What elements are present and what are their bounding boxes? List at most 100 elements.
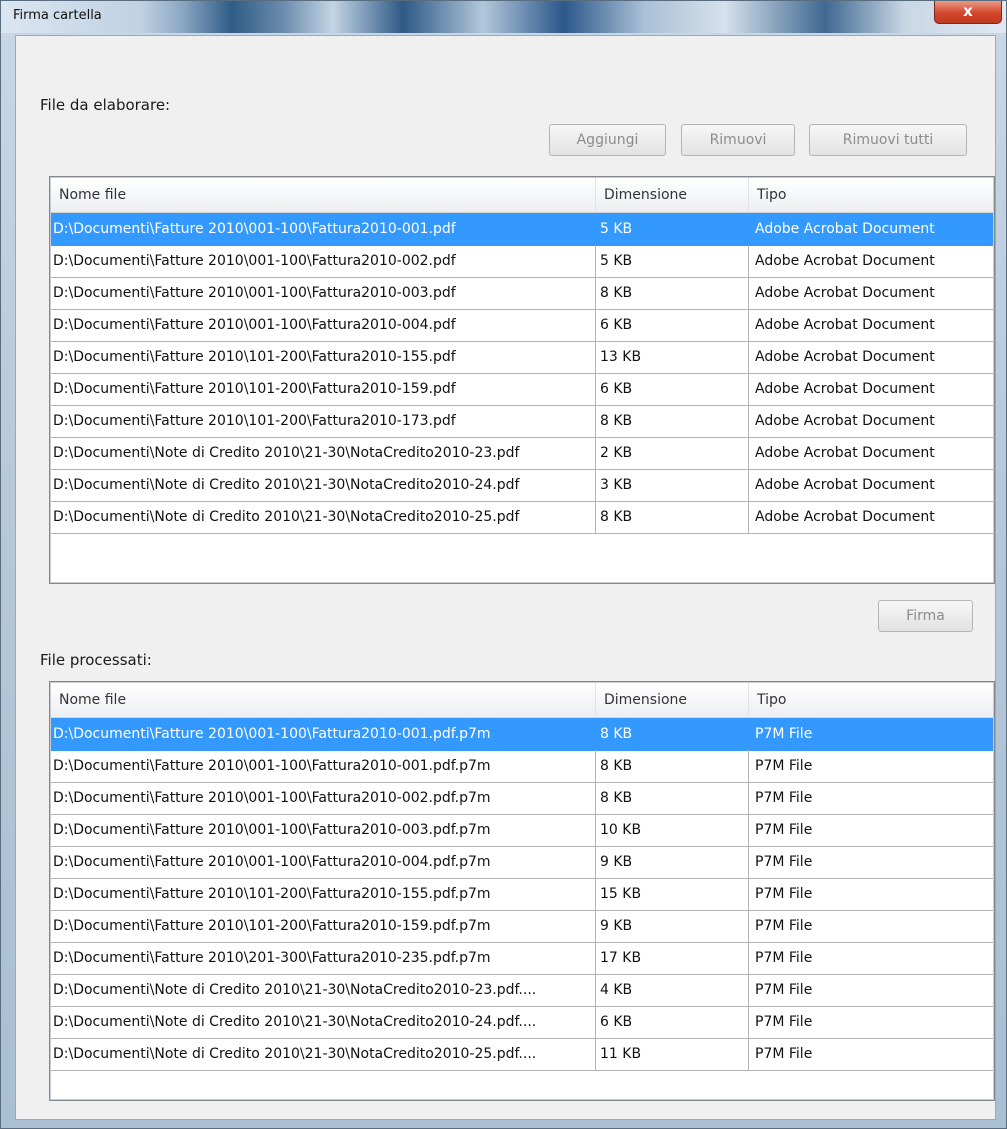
column-header-size[interactable]: Dimensione <box>596 178 749 212</box>
column-header-name[interactable]: Nome file <box>51 683 596 717</box>
file-type-cell: Adobe Acrobat Document <box>755 477 935 493</box>
file-type-cell: P7M File <box>755 854 813 870</box>
file-size-cell: 4 KB <box>596 974 749 1006</box>
file-type-cell: Adobe Acrobat Document <box>755 445 935 461</box>
file-name-cell: D:\Documenti\Fatture 2010\101-200\Fattur… <box>51 405 596 437</box>
file-name-cell: D:\Documenti\Fatture 2010\001-100\Fattur… <box>51 277 596 309</box>
file-size-cell: 8 KB <box>596 782 749 814</box>
column-header-size[interactable]: Dimensione <box>596 683 749 717</box>
processed-files-list[interactable]: Nome file Dimensione Tipo D:\Documenti\F… <box>49 681 995 1101</box>
file-type-cell: P7M File <box>755 950 813 966</box>
table-row[interactable]: D:\Documenti\Fatture 2010\001-100\Fattur… <box>51 245 993 278</box>
file-type-cell: P7M File <box>755 1046 813 1062</box>
file-name-cell: D:\Documenti\Fatture 2010\001-100\Fattur… <box>51 718 596 750</box>
file-name-cell: D:\Documenti\Note di Credito 2010\21-30\… <box>51 1038 596 1070</box>
input-list-header: Nome file Dimensione Tipo <box>51 178 993 213</box>
table-row[interactable]: D:\Documenti\Fatture 2010\101-200\Fattur… <box>51 373 993 406</box>
file-type-cell: P7M File <box>755 886 813 902</box>
file-size-cell: 5 KB <box>596 245 749 277</box>
table-row[interactable]: D:\Documenti\Note di Credito 2010\21-30\… <box>51 974 993 1007</box>
file-type-cell: P7M File <box>755 918 813 934</box>
file-type-cell: P7M File <box>755 758 813 774</box>
file-type-cell: P7M File <box>755 1014 813 1030</box>
dialog-body: File da elaborare: Aggiungi Rimuovi Rimu… <box>15 35 996 1120</box>
file-name-cell: D:\Documenti\Note di Credito 2010\21-30\… <box>51 501 596 533</box>
file-name-cell: D:\Documenti\Fatture 2010\101-200\Fattur… <box>51 878 596 910</box>
firma-cartella-window: Firma cartella x File da elaborare: Aggi… <box>0 0 1007 1129</box>
table-row[interactable]: D:\Documenti\Note di Credito 2010\21-30\… <box>51 1006 993 1039</box>
table-row[interactable]: D:\Documenti\Note di Credito 2010\21-30\… <box>51 437 993 470</box>
table-row[interactable]: D:\Documenti\Fatture 2010\001-100\Fattur… <box>51 750 993 783</box>
file-name-cell: D:\Documenti\Note di Credito 2010\21-30\… <box>51 469 596 501</box>
file-name-cell: D:\Documenti\Fatture 2010\001-100\Fattur… <box>51 245 596 277</box>
file-type-cell: P7M File <box>755 790 813 806</box>
table-row[interactable]: D:\Documenti\Fatture 2010\001-100\Fattur… <box>51 814 993 847</box>
table-row[interactable]: D:\Documenti\Fatture 2010\001-100\Fattur… <box>51 846 993 879</box>
file-size-cell: 10 KB <box>596 814 749 846</box>
file-name-cell: D:\Documenti\Fatture 2010\001-100\Fattur… <box>51 782 596 814</box>
title-bar[interactable]: Firma cartella x <box>1 1 1006 33</box>
input-section-label: File da elaborare: <box>40 96 171 114</box>
file-name-cell: D:\Documenti\Note di Credito 2010\21-30\… <box>51 974 596 1006</box>
file-name-cell: D:\Documenti\Fatture 2010\201-300\Fattur… <box>51 942 596 974</box>
file-type-cell: Adobe Acrobat Document <box>755 381 935 397</box>
close-button[interactable]: x <box>934 1 1002 24</box>
table-row[interactable]: D:\Documenti\Fatture 2010\001-100\Fattur… <box>51 213 993 246</box>
file-size-cell: 6 KB <box>596 309 749 341</box>
table-row[interactable]: D:\Documenti\Note di Credito 2010\21-30\… <box>51 501 993 534</box>
file-size-cell: 6 KB <box>596 373 749 405</box>
column-header-type[interactable]: Tipo <box>749 178 994 212</box>
table-row[interactable]: D:\Documenti\Note di Credito 2010\21-30\… <box>51 1038 993 1071</box>
input-files-list[interactable]: Nome file Dimensione Tipo D:\Documenti\F… <box>49 176 995 584</box>
table-row[interactable]: D:\Documenti\Fatture 2010\201-300\Fattur… <box>51 942 993 975</box>
remove-button[interactable]: Rimuovi <box>681 124 795 156</box>
file-name-cell: D:\Documenti\Fatture 2010\101-200\Fattur… <box>51 373 596 405</box>
table-row[interactable]: D:\Documenti\Fatture 2010\101-200\Fattur… <box>51 910 993 943</box>
file-name-cell: D:\Documenti\Fatture 2010\001-100\Fattur… <box>51 814 596 846</box>
window-title: Firma cartella <box>13 8 102 23</box>
table-row[interactable]: D:\Documenti\Fatture 2010\001-100\Fattur… <box>51 782 993 815</box>
file-type-cell: Adobe Acrobat Document <box>755 349 935 365</box>
table-row[interactable]: D:\Documenti\Fatture 2010\001-100\Fattur… <box>51 718 993 751</box>
file-name-cell: D:\Documenti\Fatture 2010\001-100\Fattur… <box>51 213 596 245</box>
file-size-cell: 17 KB <box>596 942 749 974</box>
file-type-cell: Adobe Acrobat Document <box>755 509 935 525</box>
file-size-cell: 6 KB <box>596 1006 749 1038</box>
file-size-cell: 2 KB <box>596 437 749 469</box>
file-name-cell: D:\Documenti\Fatture 2010\001-100\Fattur… <box>51 750 596 782</box>
file-type-cell: Adobe Acrobat Document <box>755 285 935 301</box>
close-icon: x <box>963 2 973 20</box>
table-row[interactable]: D:\Documenti\Fatture 2010\001-100\Fattur… <box>51 277 993 310</box>
table-row[interactable]: D:\Documenti\Fatture 2010\001-100\Fattur… <box>51 309 993 342</box>
output-section-label: File processati: <box>40 651 152 669</box>
file-size-cell: 3 KB <box>596 469 749 501</box>
file-size-cell: 5 KB <box>596 213 749 245</box>
file-name-cell: D:\Documenti\Note di Credito 2010\21-30\… <box>51 1006 596 1038</box>
file-size-cell: 13 KB <box>596 341 749 373</box>
file-size-cell: 9 KB <box>596 910 749 942</box>
table-row[interactable]: D:\Documenti\Fatture 2010\101-200\Fattur… <box>51 341 993 374</box>
file-type-cell: Adobe Acrobat Document <box>755 317 935 333</box>
file-name-cell: D:\Documenti\Fatture 2010\101-200\Fattur… <box>51 341 596 373</box>
file-name-cell: D:\Documenti\Fatture 2010\101-200\Fattur… <box>51 910 596 942</box>
file-name-cell: D:\Documenti\Note di Credito 2010\21-30\… <box>51 437 596 469</box>
file-size-cell: 8 KB <box>596 501 749 533</box>
file-size-cell: 15 KB <box>596 878 749 910</box>
file-size-cell: 11 KB <box>596 1038 749 1070</box>
file-size-cell: 9 KB <box>596 846 749 878</box>
table-row[interactable]: D:\Documenti\Note di Credito 2010\21-30\… <box>51 469 993 502</box>
file-size-cell: 8 KB <box>596 405 749 437</box>
add-button[interactable]: Aggiungi <box>549 124 666 156</box>
file-size-cell: 8 KB <box>596 750 749 782</box>
remove-all-button[interactable]: Rimuovi tutti <box>809 124 967 156</box>
file-type-cell: Adobe Acrobat Document <box>755 253 935 269</box>
output-list-header: Nome file Dimensione Tipo <box>51 683 993 718</box>
file-name-cell: D:\Documenti\Fatture 2010\001-100\Fattur… <box>51 309 596 341</box>
table-row[interactable]: D:\Documenti\Fatture 2010\101-200\Fattur… <box>51 878 993 911</box>
table-row[interactable]: D:\Documenti\Fatture 2010\101-200\Fattur… <box>51 405 993 438</box>
column-header-name[interactable]: Nome file <box>51 178 596 212</box>
column-header-type[interactable]: Tipo <box>749 683 994 717</box>
sign-button[interactable]: Firma <box>878 600 973 632</box>
file-type-cell: Adobe Acrobat Document <box>755 413 935 429</box>
file-name-cell: D:\Documenti\Fatture 2010\001-100\Fattur… <box>51 846 596 878</box>
